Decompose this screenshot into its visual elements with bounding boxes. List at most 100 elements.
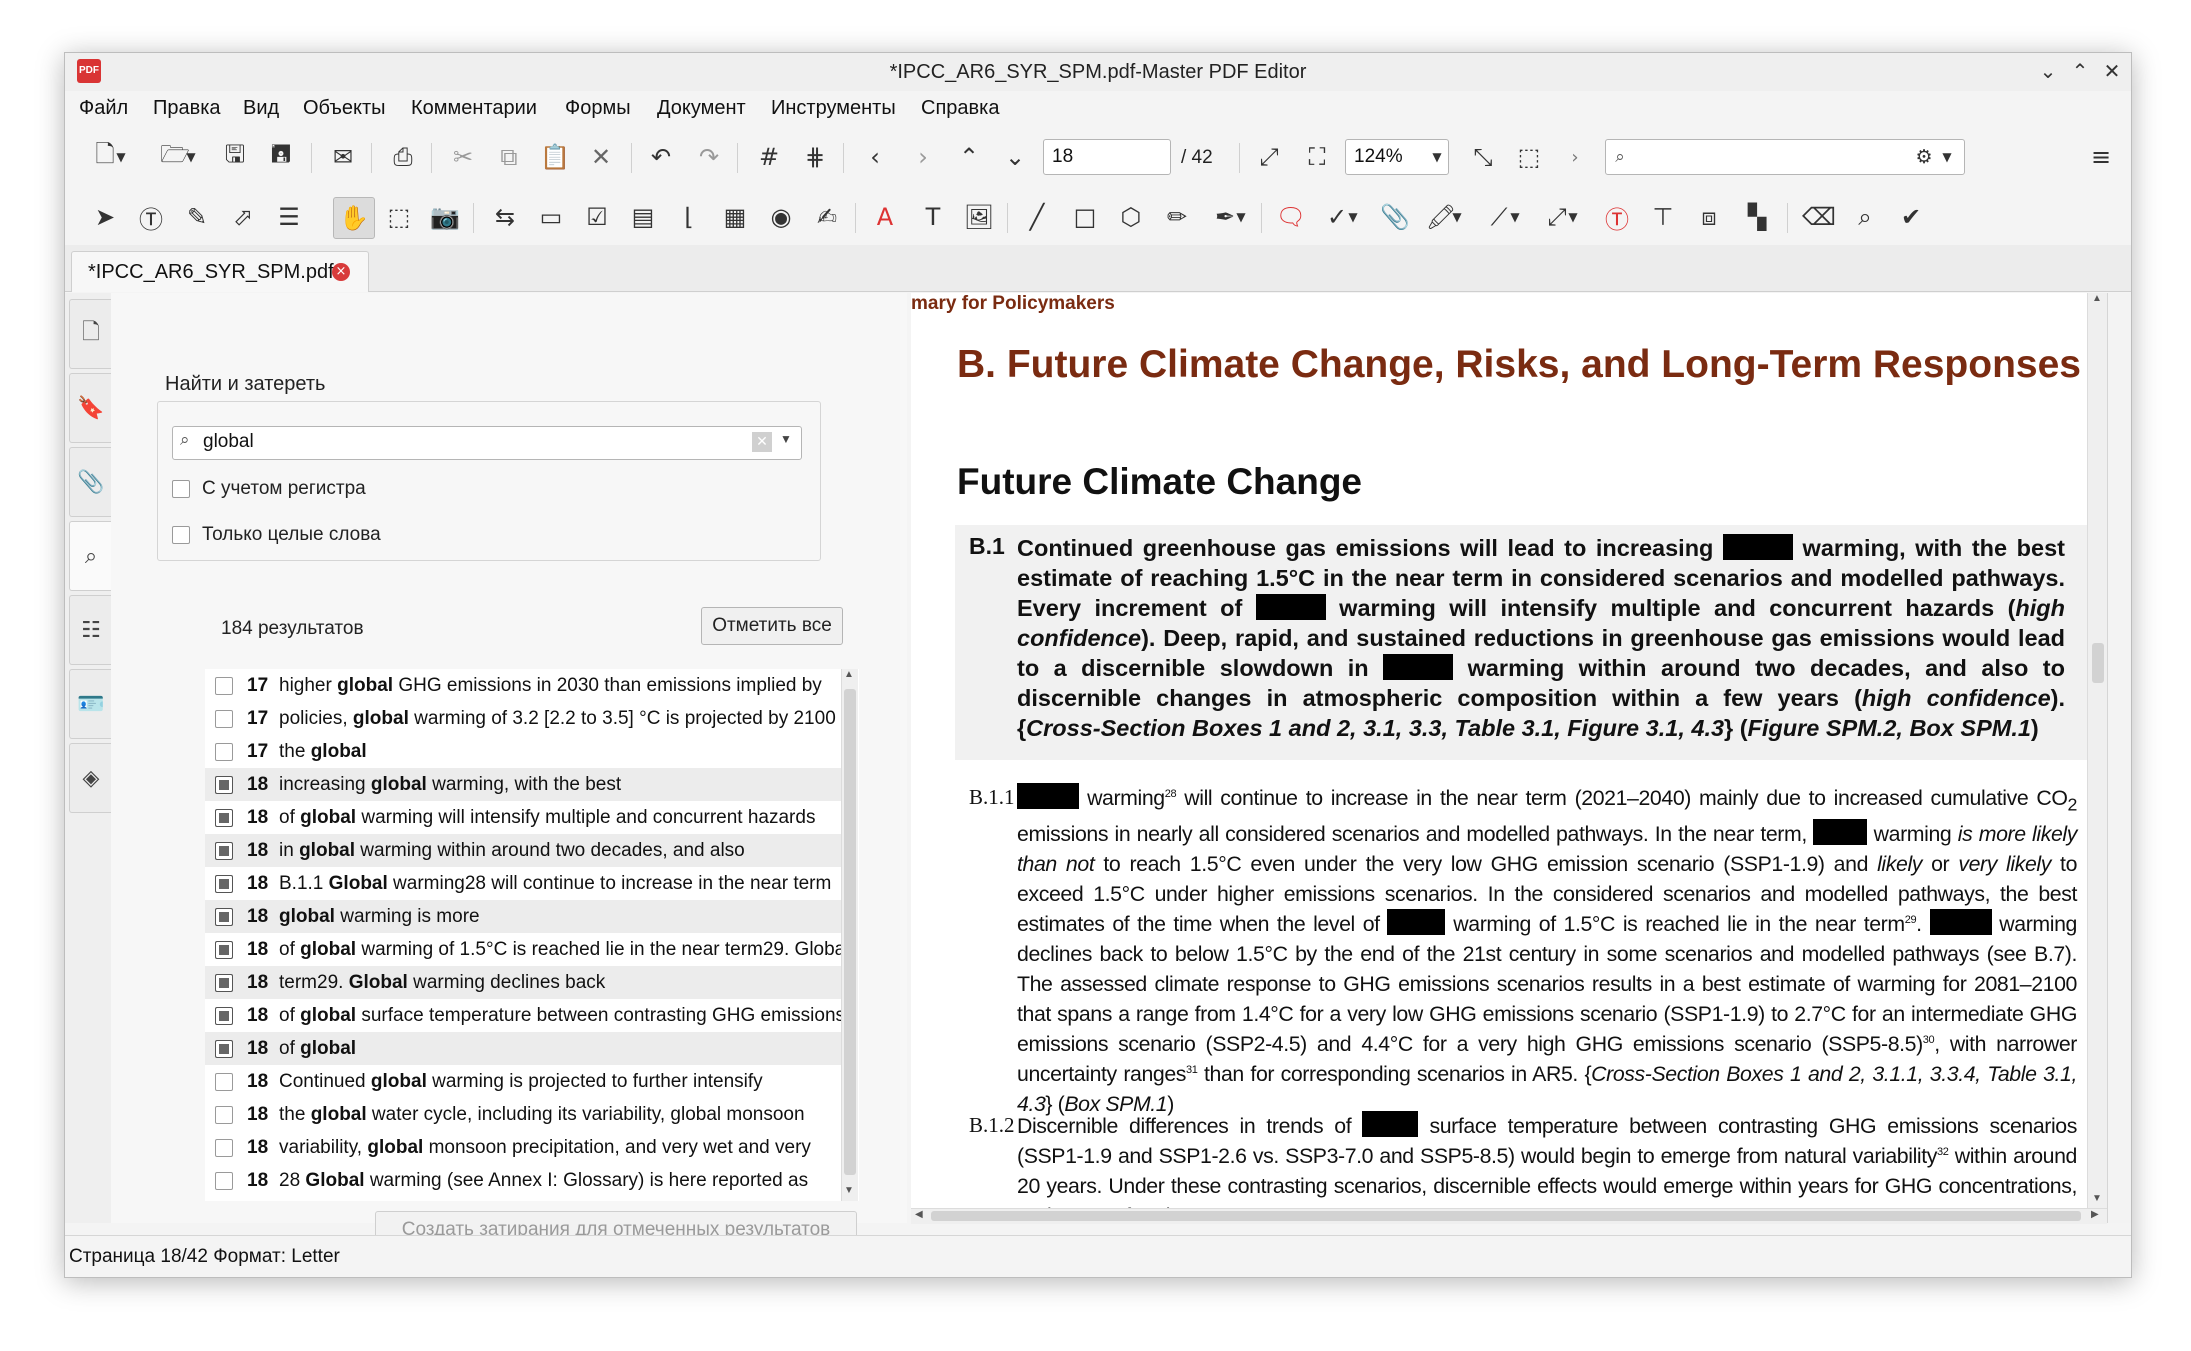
result-row[interactable]: 18 in global warming within around two de… [205,834,853,867]
menu-objects[interactable]: Объекты [303,97,385,120]
clear-search-icon[interactable]: ✕ [752,432,772,452]
text-field-icon[interactable]: ⌊ [669,197,709,237]
select-area-zoom-icon[interactable]: ⬚ [1509,137,1549,177]
fit-page-icon[interactable]: ⛶ [1297,137,1337,177]
menu-tools[interactable]: Инструменты [771,97,896,120]
result-row[interactable]: 18 term29. Global warming declines back [205,966,853,999]
result-checkbox[interactable] [215,908,233,926]
crop-select-icon[interactable]: ⬚ [379,197,419,237]
result-checkbox[interactable] [215,1172,233,1190]
doc-scroll-down-icon[interactable]: ▼ [2092,1193,2102,1204]
signature-field-icon[interactable]: ✍ [807,197,847,237]
bookmarks-tab-icon[interactable]: 🔖 [69,373,112,443]
add-text-icon[interactable]: A [865,197,905,237]
save-as-icon[interactable]: 🖪 [261,137,301,177]
close-window-button[interactable]: ✕ [2097,57,2127,87]
result-checkbox[interactable] [215,1073,233,1091]
structure-tab-icon[interactable]: ☷ [69,595,112,665]
result-row[interactable]: 18 of global [205,1032,853,1065]
hand-tool-icon[interactable]: ✋ [333,197,375,239]
highlight-dropdown-icon[interactable]: ▼ [1447,197,1467,237]
mark-all-button[interactable]: Отметить все [701,607,843,645]
close-tab-icon[interactable]: × [332,263,350,281]
hamburger-menu-icon[interactable]: ≡ [2081,137,2121,177]
results-scrollbar[interactable]: ▲ ▼ [841,669,858,1201]
menu-help[interactable]: Справка [921,97,999,120]
scroll-down-icon[interactable]: ▼ [844,1185,854,1196]
paste-icon[interactable]: 📋 [535,137,575,177]
radio-field-icon[interactable]: ◉ [761,197,801,237]
open-dropdown-icon[interactable]: ▼ [181,137,201,177]
print-icon[interactable]: ⎙ [383,137,423,177]
result-checkbox[interactable] [215,710,233,728]
page-number-input[interactable]: 18 [1043,139,1171,175]
next-view-icon[interactable]: › [903,137,943,177]
redo-icon[interactable]: ↷ [689,137,729,177]
result-row[interactable]: 18 B.1.1 Global warming28 will continue t… [205,867,853,900]
measure-dropdown-icon[interactable]: ▼ [1563,197,1583,237]
attach-file-icon[interactable]: 📎 [1375,197,1415,237]
result-row[interactable]: 17 the global [205,735,853,768]
result-checkbox[interactable] [215,1007,233,1025]
result-row[interactable]: 17 higher global GHG emissions in 2030 th… [205,669,853,702]
result-row[interactable]: 18 of global surface temperature between … [205,999,853,1032]
scroll-left-icon[interactable]: ◀ [915,1209,923,1220]
check-sign-icon[interactable]: ✔ [1891,197,1931,237]
prev-view-icon[interactable]: ‹ [855,137,895,177]
find-icon[interactable]: ⌕ [1845,197,1885,237]
result-checkbox[interactable] [215,809,233,827]
copy-icon[interactable]: ⧉ [489,137,529,177]
new-dropdown-icon[interactable]: ▼ [111,137,131,177]
redact-search-input[interactable]: global [172,426,802,460]
checkbox-field-icon[interactable]: ☑ [577,197,617,237]
result-checkbox[interactable] [215,743,233,761]
select-pointer-icon[interactable]: ➤ [85,197,125,237]
insert-text-icon[interactable]: ⊤ [1643,197,1683,237]
result-checkbox[interactable] [215,1040,233,1058]
search-history-dropdown-icon[interactable]: ▼ [780,432,792,446]
search-settings-dropdown-icon[interactable]: ▼ [1935,137,1959,177]
add-link-icon[interactable]: ⇆ [485,197,525,237]
result-checkbox[interactable] [215,875,233,893]
rectangle-icon[interactable]: □ [1065,197,1105,237]
document-vertical-scrollbar[interactable]: ▲ ▼ [2087,293,2108,1208]
fit-width-icon[interactable]: ⤢ [1249,137,1289,177]
result-row[interactable]: 18 increasing global warming, with the be… [205,768,853,801]
zoom-dropdown-icon[interactable]: ▼ [1425,137,1449,177]
layers-tab-icon[interactable]: ◈ [69,743,112,813]
result-checkbox[interactable] [215,842,233,860]
edit-forms-icon[interactable]: ✎ [177,197,217,237]
prev-page-icon[interactable]: ⌃ [949,137,989,177]
typewriter-icon[interactable]: T [913,197,953,237]
signatures-tab-icon[interactable]: 🪪 [69,669,112,739]
save-icon[interactable]: 🖫 [215,137,255,177]
result-checkbox[interactable] [215,974,233,992]
attachments-tab-icon[interactable]: 📎 [69,447,112,517]
result-row[interactable]: 18 28 Global warming (see Annex I: Glossa… [205,1164,853,1197]
actual-size-icon[interactable]: ⤡ [1463,137,1503,177]
line-icon[interactable]: ╱ [1017,197,1057,237]
result-row[interactable]: 18 global warming is more [205,900,853,933]
snap-grid-icon[interactable]: ⋕ [795,137,835,177]
edit-objects-icon[interactable]: ⬀ [223,197,263,237]
menu-edit[interactable]: Правка [153,97,221,120]
comment-icon[interactable]: 🗨 [1271,197,1311,237]
result-checkbox[interactable] [215,677,233,695]
edit-text-icon[interactable]: Ⓣ [131,197,171,237]
result-row[interactable]: 18 variability, global monsoon precipitat… [205,1131,853,1164]
snapshot-camera-icon[interactable]: 📷 [425,197,465,237]
text-box-icon[interactable]: Ⓣ [1597,197,1637,237]
document-horizontal-scrollbar[interactable]: ◀ ▶ [911,1208,2107,1224]
menu-view[interactable]: Вид [243,97,279,120]
results-scroll-thumb[interactable] [844,689,856,1175]
result-row[interactable]: 18 of global warming will intensify multi… [205,801,853,834]
horizontal-scroll-thumb[interactable] [931,1211,2081,1221]
eraser-icon[interactable]: ⌫ [1799,197,1839,237]
replace-image-icon[interactable]: ⧈ [1689,197,1729,237]
whole-words-checkbox[interactable] [172,526,190,544]
result-row[interactable]: 17 policies, global warming of 3.2 [2.2 t… [205,702,853,735]
result-checkbox[interactable] [215,776,233,794]
result-checkbox[interactable] [215,1106,233,1124]
menu-comments[interactable]: Комментарии [411,97,537,120]
combo-field-icon[interactable]: ▦ [715,197,755,237]
